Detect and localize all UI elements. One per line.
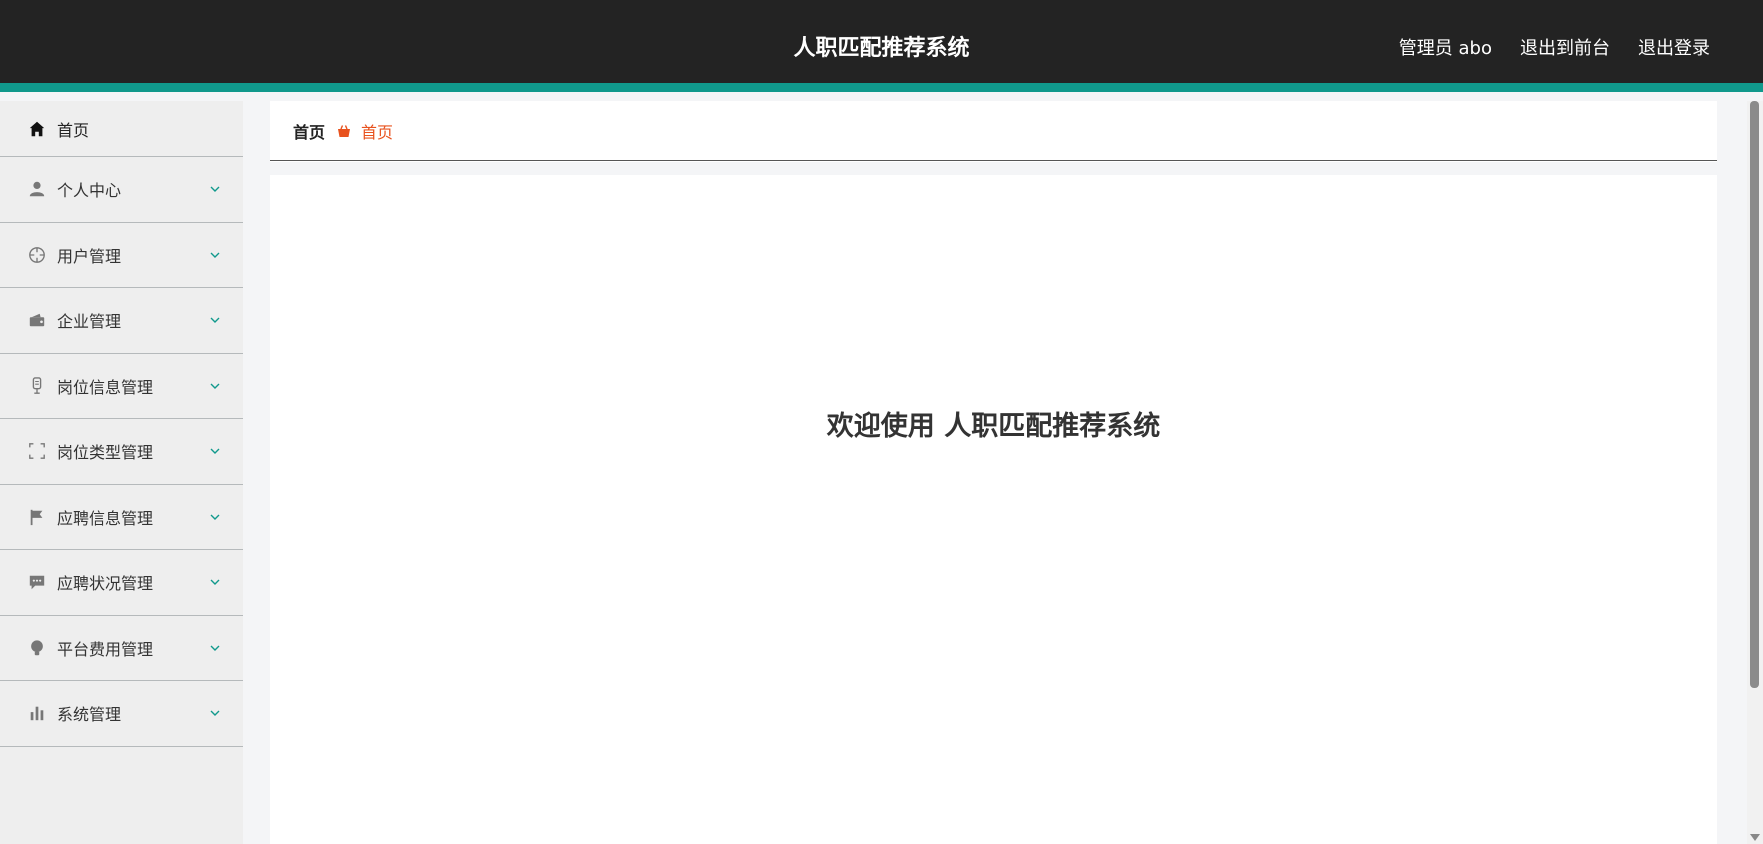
user-icon [27,179,47,199]
sidebar-item-system-management[interactable]: 系统管理 [0,681,243,747]
chevron-down-icon [210,645,220,651]
sidebar-item-application-info-management[interactable]: 应聘信息管理 [0,485,243,550]
chevron-down-icon [210,383,220,389]
chevron-down-icon [210,317,220,324]
welcome-message: 欢迎使用 人职匹配推荐系统 [826,411,1161,442]
sidebar-item-application-status-management[interactable]: 应聘状况管理 [0,550,243,616]
scrollbar-thumb[interactable] [1750,101,1759,688]
crosshair-icon [27,245,47,265]
sidebar-item-personal-center[interactable]: 个人中心 [0,157,243,223]
home-icon [27,119,47,139]
back-to-front-link[interactable]: 退出到前台 [1520,34,1610,60]
sidebar-item-label: 岗位信息管理 [57,377,154,397]
breadcrumb-root[interactable]: 首页 [293,119,325,143]
microphone-icon [27,376,47,396]
bulb-icon [27,638,47,658]
sidebar-item-label: 用户管理 [57,246,122,266]
current-user-label[interactable]: 管理员 abo [1399,34,1492,60]
chevron-down-icon [210,514,220,520]
chevron-down-icon [210,252,220,258]
flag-icon [27,507,47,527]
sidebar: 首页 个人中心 用户管理 企业管理 岗位信息管理 岗位类型管理 应聘信息管理 应… [0,101,243,844]
sidebar-item-job-info-management[interactable]: 岗位信息管理 [0,354,243,419]
sidebar-item-label: 首页 [57,120,90,140]
sidebar-item-enterprise-management[interactable]: 企业管理 [0,288,243,354]
chevron-down-icon [210,710,220,717]
page-scrollbar[interactable] [1747,101,1763,844]
top-nav: 管理员 abo 退出到前台 退出登录 [1399,34,1710,60]
sidebar-item-platform-fee-management[interactable]: 平台费用管理 [0,616,243,681]
breadcrumb: 首页 首页 [270,101,1717,161]
bar-chart-icon [27,703,47,723]
chevron-down-icon [210,579,220,586]
chevron-down-icon [210,448,220,455]
breadcrumb-current: 首页 [361,122,394,142]
chat-icon [27,572,47,592]
sidebar-item-label: 企业管理 [57,312,122,332]
fullscreen-icon [27,441,47,461]
chevron-down-icon [210,186,220,193]
sidebar-item-label: 平台费用管理 [57,639,154,659]
sidebar-item-job-type-management[interactable]: 岗位类型管理 [0,419,243,485]
scroll-down-arrow-icon[interactable] [1750,834,1760,841]
sidebar-item-label: 岗位类型管理 [57,443,154,463]
basket-icon [337,124,351,138]
logout-link[interactable]: 退出登录 [1638,34,1710,60]
wallet-icon [27,310,47,330]
sidebar-item-label: 个人中心 [57,181,122,201]
sidebar-item-home[interactable]: 首页 [0,101,243,157]
content-divider [270,162,1717,175]
top-header: 人职匹配推荐系统 管理员 abo 退出到前台 退出登录 [0,0,1763,92]
sidebar-item-label: 系统管理 [57,705,122,725]
sidebar-item-user-management[interactable]: 用户管理 [0,223,243,288]
sidebar-item-label: 应聘信息管理 [57,508,154,528]
main-content: 首页 首页 欢迎使用 人职匹配推荐系统 [270,101,1717,844]
sidebar-item-label: 应聘状况管理 [57,574,154,594]
